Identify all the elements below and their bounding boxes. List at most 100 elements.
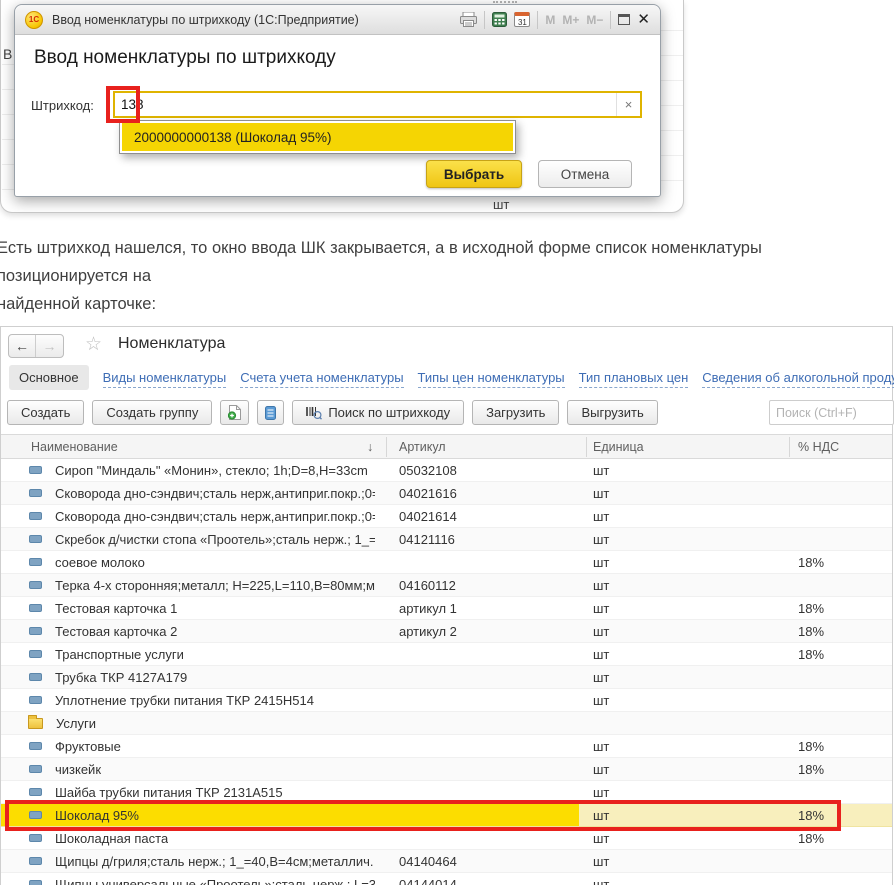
cell-name: Щипцы д/гриля;сталь нерж.; 1_=40,В=4см;м… xyxy=(55,854,374,869)
table-row[interactable]: Тестовая карточка 1 артикул 1 шт 18% xyxy=(1,597,892,620)
column-header-unit[interactable]: Единица xyxy=(593,440,644,454)
item-icon xyxy=(29,765,42,773)
cell-unit: шт xyxy=(593,578,609,593)
print-icon[interactable] xyxy=(460,12,477,27)
barcode-search-button[interactable]: Поиск по штрихкоду xyxy=(292,400,464,425)
tab-3[interactable]: Типы цен номенклатуры xyxy=(418,368,565,388)
table-row[interactable]: соевое молоко шт 18% xyxy=(1,551,892,574)
table-row[interactable]: Шоколадная паста шт 18% xyxy=(1,827,892,850)
item-icon xyxy=(29,558,42,566)
list-view-button[interactable] xyxy=(257,400,284,425)
item-icon xyxy=(29,627,42,635)
table-row[interactable]: Сироп "Миндаль" «Монин», стекло; 1h;D=8,… xyxy=(1,459,892,482)
cell-unit: шт xyxy=(593,831,609,846)
back-button[interactable]: ← xyxy=(9,335,36,357)
unload-button[interactable]: Выгрузить xyxy=(567,400,657,425)
column-header-vat[interactable]: % НДС xyxy=(798,440,839,454)
table-row[interactable]: Услуги xyxy=(1,712,892,735)
cell-article: 04021614 xyxy=(399,509,457,524)
cell-name: Сковорода дно-сэндвич;сталь нерж,антипри… xyxy=(55,509,375,524)
maximize-icon[interactable] xyxy=(618,14,630,25)
calculator-icon[interactable] xyxy=(492,12,507,27)
toolbar: Создать Создать группу Поиск по штрихкод… xyxy=(7,400,658,425)
create-group-button[interactable]: Создать группу xyxy=(92,400,212,425)
cell-unit: шт xyxy=(593,693,609,708)
table-row[interactable]: Тестовая карточка 2 артикул 2 шт 18% xyxy=(1,620,892,643)
cell-name: Шоколадная паста xyxy=(55,831,168,846)
column-header-article[interactable]: Артикул xyxy=(399,440,446,454)
close-icon[interactable]: ✕ xyxy=(637,12,650,27)
cell-article: 04160112 xyxy=(399,578,456,593)
favorite-star-icon[interactable]: ☆ xyxy=(85,333,102,356)
cell-article: артикул 1 xyxy=(399,601,457,616)
table-header: Наименование ↓ Артикул Единица % НДС xyxy=(1,434,892,459)
cell-unit: шт xyxy=(593,808,609,823)
column-separator xyxy=(386,437,387,457)
table-row[interactable]: Щипцы д/гриля;сталь нерж.; 1_=40,В=4см;м… xyxy=(1,850,892,873)
item-icon xyxy=(29,788,42,796)
select-button[interactable]: Выбрать xyxy=(426,160,522,188)
cell-name: Шоколад 95% xyxy=(55,808,139,823)
cell-name: Уплотнение трубки питания ТКР 2415Н514 xyxy=(55,693,314,708)
dialog-titlebar[interactable]: 1С Ввод номенклатуры по штрихкоду (1С:Пр… xyxy=(15,5,660,35)
history-nav: ← → xyxy=(8,334,64,358)
cell-name: Транспортные услуги xyxy=(55,647,184,662)
memory-m-button[interactable]: М xyxy=(545,13,555,27)
table-row[interactable]: Уплотнение трубки питания ТКР 2415Н514 ш… xyxy=(1,689,892,712)
table-row[interactable]: Трубка ТКР 4127А179 шт xyxy=(1,666,892,689)
load-button[interactable]: Загрузить xyxy=(472,400,559,425)
sort-descending-icon[interactable]: ↓ xyxy=(367,440,373,454)
table-row[interactable]: Транспортные услуги шт 18% xyxy=(1,643,892,666)
memory-m-minus-button[interactable]: М− xyxy=(586,13,603,27)
column-header-name[interactable]: Наименование xyxy=(31,440,118,454)
table-row[interactable]: Щипцы универсальные «Проотель»;сталь нер… xyxy=(1,873,892,885)
cell-unit: шт xyxy=(593,463,609,478)
list-stack-icon xyxy=(265,406,276,420)
background-grid-dots xyxy=(493,1,517,3)
background-partial-text: В xyxy=(3,46,12,62)
cell-unit: шт xyxy=(593,785,609,800)
table-row[interactable]: Сковорода дно-сэндвич;сталь нерж,антипри… xyxy=(1,482,892,505)
tab-1[interactable]: Виды номенклатуры xyxy=(103,368,227,388)
cell-article: 05032108 xyxy=(399,463,457,478)
item-icon xyxy=(29,535,42,543)
table-row[interactable]: чизкейк шт 18% xyxy=(1,758,892,781)
tab-5[interactable]: Сведения об алкогольной продукции xyxy=(702,368,894,388)
create-button[interactable]: Создать xyxy=(7,400,84,425)
cell-name: Сироп "Миндаль" «Монин», стекло; 1h;D=8,… xyxy=(55,463,368,478)
forward-button[interactable]: → xyxy=(36,335,63,357)
calendar-icon[interactable]: 31 xyxy=(514,12,530,27)
tab-2[interactable]: Счета учета номенклатуры xyxy=(240,368,403,388)
table-row[interactable]: Скребок д/чистки стопа «Проотель»;сталь … xyxy=(1,528,892,551)
cell-name: Тестовая карточка 2 xyxy=(55,624,177,639)
cell-vat: 18% xyxy=(798,831,824,846)
cell-name: Щипцы универсальные «Проотель»;сталь нер… xyxy=(55,877,375,885)
clear-input-icon[interactable]: × xyxy=(616,93,640,116)
item-icon xyxy=(29,581,42,589)
item-icon xyxy=(29,512,42,520)
table-body: Сироп "Миндаль" «Монин», стекло; 1h;D=8,… xyxy=(1,459,892,885)
tab-4[interactable]: Тип плановых цен xyxy=(579,368,689,388)
cell-unit: шт xyxy=(593,532,609,547)
nomenclature-list-form: ← → ☆ Номенклатура ОсновноеВиды номенкла… xyxy=(0,326,893,885)
table-row[interactable]: Сковорода дно-сэндвич;сталь нерж,антипри… xyxy=(1,505,892,528)
barcode-input[interactable]: 138 × xyxy=(113,91,642,118)
cell-article: 04144014 xyxy=(399,877,457,885)
cell-unit: шт xyxy=(593,486,609,501)
copy-document-icon xyxy=(228,405,241,420)
copy-item-button[interactable] xyxy=(220,400,249,425)
barcode-icon xyxy=(306,406,322,420)
cell-unit: шт xyxy=(593,555,609,570)
tab-0[interactable]: Основное xyxy=(9,365,89,390)
memory-m-plus-button[interactable]: М+ xyxy=(562,13,579,27)
table-row[interactable]: Шоколад 95% шт 18% xyxy=(1,804,892,827)
table-row[interactable]: Терка 4-х сторонняя;металл; Н=225,L=110,… xyxy=(1,574,892,597)
search-input[interactable] xyxy=(769,400,894,425)
table-row[interactable]: Шайба трубки питания ТКР 2131А515 шт xyxy=(1,781,892,804)
item-icon xyxy=(29,880,42,885)
cancel-button[interactable]: Отмена xyxy=(538,160,632,188)
table-row[interactable]: Фруктовые шт 18% xyxy=(1,735,892,758)
cell-vat: 18% xyxy=(798,647,824,662)
suggestion-item[interactable]: 2000000000138 (Шоколад 95%) xyxy=(122,123,513,151)
item-icon xyxy=(29,604,42,612)
